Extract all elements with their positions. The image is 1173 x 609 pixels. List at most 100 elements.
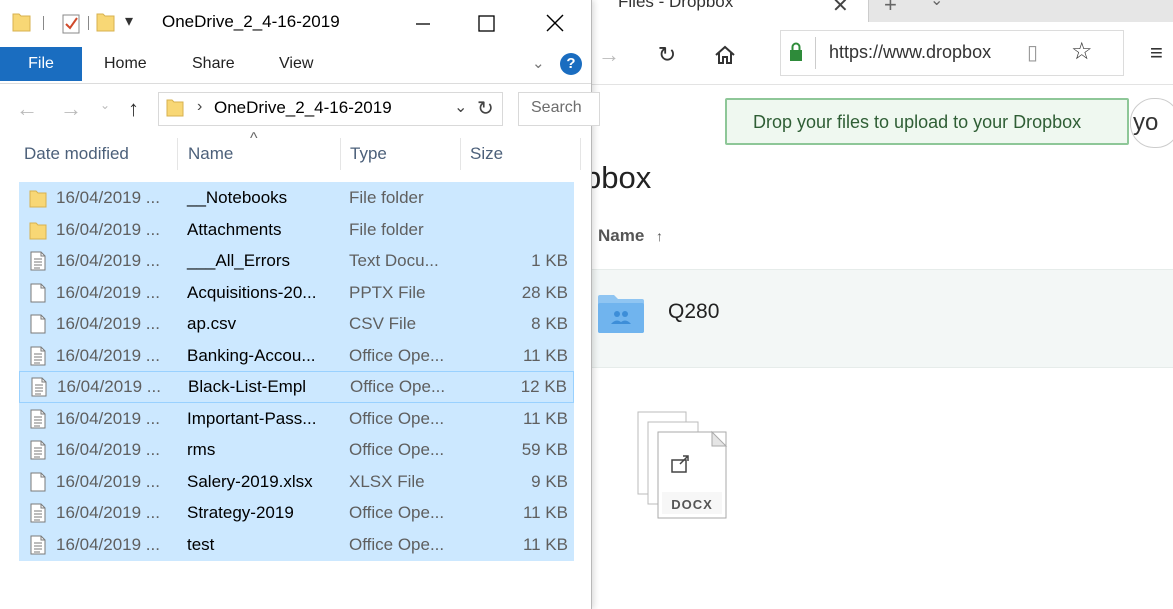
- column-divider[interactable]: [177, 138, 178, 170]
- refresh-icon[interactable]: ↻: [477, 96, 494, 121]
- help-icon[interactable]: ?: [560, 53, 582, 75]
- tab-file[interactable]: File: [0, 47, 82, 81]
- column-name[interactable]: Name: [188, 144, 233, 164]
- column-date-modified[interactable]: Date modified: [24, 144, 129, 164]
- address-dropdown-icon[interactable]: ⌄: [454, 97, 467, 117]
- file-date: 16/04/2019 ...: [56, 440, 160, 459]
- file-date: 16/04/2019 ...: [56, 282, 160, 302]
- file-name: Attachments: [187, 219, 282, 239]
- quick-access-dropdown-icon[interactable]: ▾: [125, 11, 133, 31]
- search-input[interactable]: Search: [518, 92, 600, 126]
- up-arrow-icon[interactable]: ↑: [128, 96, 139, 122]
- file-type: Office Ope...: [349, 440, 445, 459]
- file-row[interactable]: 16/04/2019 ... Important-Pass... Office Op…: [19, 402, 574, 435]
- file-size: 59 KB: [521, 440, 568, 459]
- address-box[interactable]: › OneDrive_2_4-16-2019 ⌄ ↻: [158, 92, 503, 126]
- tab-view[interactable]: View: [279, 55, 313, 73]
- minimize-button[interactable]: [398, 6, 448, 42]
- tab-home[interactable]: Home: [104, 55, 147, 73]
- browser-tab[interactable]: Files - Dropbox ✕: [590, 0, 869, 22]
- file-size: 11 KB: [522, 503, 568, 522]
- file-explorer-window: ▾ OneDrive_2_4-16-2019 File Home Share V…: [0, 0, 600, 609]
- title-bar: ▾ OneDrive_2_4-16-2019: [0, 0, 591, 47]
- sort-by-name-header[interactable]: Name: [598, 226, 644, 246]
- avatar[interactable]: yo: [1130, 98, 1173, 148]
- home-icon[interactable]: [714, 44, 736, 66]
- file-row[interactable]: 16/04/2019 ... ap.csv CSV File 8 KB: [19, 308, 574, 340]
- file-list: 16/04/2019 ... __Notebooks File folder 16/0…: [19, 182, 576, 562]
- column-divider[interactable]: [580, 138, 581, 170]
- file-row[interactable]: 16/04/2019 ... Acquisitions-20... PPTX Fil…: [19, 276, 574, 309]
- file-row[interactable]: 16/04/2019 ... ___All_Errors Text Docu... 1…: [19, 245, 574, 277]
- tab-list-chevron-icon[interactable]: ⌄: [930, 0, 943, 10]
- file-name: __Notebooks: [187, 188, 288, 207]
- recent-locations-chevron-icon[interactable]: ⌄: [100, 98, 110, 112]
- file-name: rms: [187, 440, 216, 459]
- file-row[interactable]: 16/04/2019 ... Black-List-Empl Office Ope.…: [19, 371, 574, 403]
- tab-close-icon[interactable]: ✕: [832, 0, 849, 18]
- file-type: Office Ope...: [349, 408, 445, 428]
- file-row[interactable]: 16/04/2019 ... Salery-2019.xlsx XLSX File 9…: [19, 465, 574, 498]
- file-row[interactable]: 16/04/2019 ... Attachments File folder: [19, 213, 574, 246]
- file-date: 16/04/2019 ...: [56, 219, 160, 239]
- forward-arrow-icon[interactable]: →: [60, 96, 82, 122]
- file-row[interactable]: 16/04/2019 ... rms Office Ope... 59 KB: [19, 434, 574, 466]
- reading-view-icon[interactable]: ▯: [1027, 40, 1049, 66]
- forward-arrow-icon[interactable]: →: [594, 40, 624, 70]
- folder-icon: [29, 190, 47, 208]
- column-type[interactable]: Type: [350, 144, 387, 164]
- file-date: 16/04/2019 ...: [56, 408, 160, 428]
- text-document-icon: [30, 535, 46, 554]
- breadcrumb-chevron-icon[interactable]: ›: [197, 98, 202, 116]
- new-folder-icon[interactable]: [96, 12, 115, 32]
- file-name: Salery-2019.xlsx: [187, 471, 313, 491]
- address-separator: [815, 37, 816, 69]
- back-arrow-icon[interactable]: ←: [16, 96, 38, 122]
- maximize-button[interactable]: [462, 6, 512, 42]
- text-document-icon: [30, 409, 46, 428]
- file-row[interactable]: 16/04/2019 ... __Notebooks File folder: [19, 182, 574, 214]
- file-row[interactable]: 16/04/2019 ... test Office Ope... 11 KB: [19, 528, 574, 561]
- file-type: File folder: [349, 188, 424, 207]
- file-type: CSV File: [349, 314, 417, 333]
- reading-list-icon[interactable]: ≡: [1150, 40, 1163, 66]
- file-row[interactable]: 16/04/2019 ... Banking-Accou... Office Ope…: [19, 339, 574, 372]
- sort-up-arrow-icon: ↑: [656, 228, 663, 244]
- dropbox-folder-row[interactable]: Q280: [590, 269, 1173, 368]
- blank-file-icon: [30, 472, 46, 491]
- file-size: 11 KB: [522, 534, 568, 554]
- new-tab-icon[interactable]: +: [884, 0, 897, 18]
- url-text: https://www.dropbox: [829, 42, 992, 62]
- address-bar[interactable]: https://www.dropbox ▯ ☆: [780, 30, 1124, 76]
- column-divider[interactable]: [340, 138, 341, 170]
- file-row[interactable]: 16/04/2019 ... Strategy-2019 Office Ope...…: [19, 497, 574, 529]
- file-size: 8 KB: [531, 314, 568, 333]
- expand-ribbon-chevron-icon[interactable]: ⌄: [532, 54, 545, 72]
- breadcrumb[interactable]: OneDrive_2_4-16-2019: [214, 98, 392, 118]
- file-size: 11 KB: [522, 408, 568, 428]
- file-date: 16/04/2019 ...: [56, 471, 160, 491]
- file-date: 16/04/2019 ...: [56, 251, 160, 270]
- tab-share[interactable]: Share: [192, 55, 235, 73]
- file-size: 9 KB: [531, 471, 568, 491]
- blank-file-icon: [30, 314, 46, 334]
- file-type: Text Docu...: [349, 251, 439, 270]
- file-date: 16/04/2019 ...: [56, 503, 160, 522]
- file-name: ap.csv: [187, 314, 237, 333]
- column-headers: Date modified ^ Name Type Size: [0, 130, 591, 174]
- favorite-star-icon[interactable]: ☆: [1071, 37, 1093, 66]
- column-divider[interactable]: [460, 138, 461, 170]
- file-name: Black-List-Empl: [188, 377, 307, 396]
- properties-icon[interactable]: [62, 12, 81, 34]
- file-date: 16/04/2019 ...: [56, 188, 160, 207]
- column-size[interactable]: Size: [470, 144, 503, 164]
- file-name: test: [187, 534, 215, 554]
- close-button[interactable]: [530, 6, 580, 42]
- drag-docx-icon: DOCX: [637, 411, 728, 519]
- navigation-bar: ← → ⌄ ↑ › OneDrive_2_4-16-2019 ⌄ ↻ Searc…: [0, 84, 600, 134]
- upload-drop-banner: Drop your files to upload to your Dropbo…: [725, 98, 1129, 145]
- file-name: Banking-Accou...: [187, 345, 316, 365]
- page-title: pbox: [584, 160, 652, 195]
- refresh-icon[interactable]: ↻: [652, 40, 682, 70]
- folder-icon: [12, 13, 31, 32]
